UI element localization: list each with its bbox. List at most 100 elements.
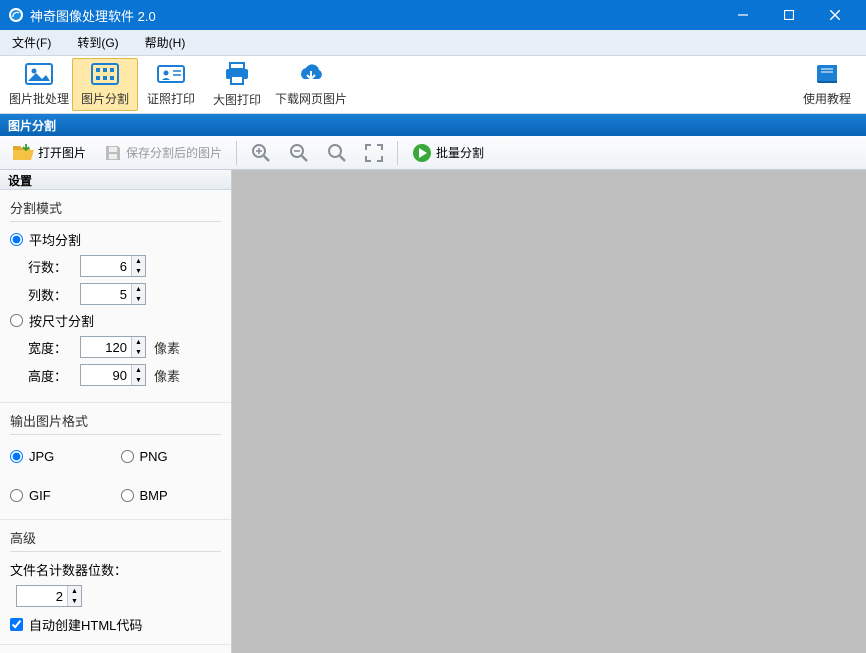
checkbox-auto-html[interactable] bbox=[10, 618, 23, 631]
cols-spinner[interactable]: ▲▼ bbox=[80, 283, 146, 305]
tool-batch-process[interactable]: 图片批处理 bbox=[6, 58, 72, 111]
app-icon bbox=[8, 7, 24, 23]
image-icon bbox=[25, 63, 53, 88]
counter-label: 文件名计数器位数： bbox=[10, 560, 221, 579]
cols-down[interactable]: ▼ bbox=[132, 294, 145, 304]
rows-input[interactable] bbox=[81, 256, 131, 276]
play-circle-icon bbox=[412, 143, 432, 163]
save-icon bbox=[104, 144, 122, 162]
width-up[interactable]: ▲ bbox=[132, 337, 145, 347]
menu-goto[interactable]: 转到(G) bbox=[71, 30, 124, 55]
main-toolbar: 图片批处理 图片分割 证照打印 大图打印 下载网页图片 使用教程 bbox=[0, 56, 866, 114]
split-mode-group: 分割模式 平均分割 行数： ▲▼ 列数： ▲▼ 按尺寸分割 宽度： ▲▼ 像素 bbox=[0, 190, 231, 403]
grid-icon bbox=[91, 63, 119, 88]
radio-png[interactable] bbox=[121, 450, 134, 463]
cols-up[interactable]: ▲ bbox=[132, 284, 145, 294]
height-down[interactable]: ▼ bbox=[132, 375, 145, 385]
counter-input[interactable] bbox=[17, 586, 67, 606]
tool-image-split[interactable]: 图片分割 bbox=[72, 58, 138, 111]
settings-sidebar: 设置 分割模式 平均分割 行数： ▲▼ 列数： ▲▼ 按尺寸分割 宽度： ▲▼ bbox=[0, 170, 232, 653]
cols-label: 列数： bbox=[28, 285, 72, 304]
secondary-toolbar: 打开图片 保存分割后的图片 批量分割 bbox=[0, 136, 866, 170]
tool-batch-label: 图片批处理 bbox=[9, 90, 69, 107]
tool-tutorial-label: 使用教程 bbox=[803, 90, 851, 107]
canvas-area bbox=[232, 170, 866, 653]
counter-down[interactable]: ▼ bbox=[68, 596, 81, 606]
height-input[interactable] bbox=[81, 365, 131, 385]
width-unit: 像素 bbox=[154, 338, 180, 357]
radio-jpg-label: JPG bbox=[29, 449, 54, 464]
fit-screen-button[interactable] bbox=[359, 141, 389, 165]
radio-by-size[interactable] bbox=[10, 314, 23, 327]
tool-tutorial[interactable]: 使用教程 bbox=[794, 58, 860, 111]
zoom-in-icon bbox=[251, 143, 271, 163]
zoom-out-icon bbox=[289, 143, 309, 163]
save-split-button: 保存分割后的图片 bbox=[98, 141, 228, 165]
split-mode-legend: 分割模式 bbox=[10, 198, 221, 222]
fullscreen-icon bbox=[365, 144, 383, 162]
width-down[interactable]: ▼ bbox=[132, 347, 145, 357]
section-header: 图片分割 bbox=[0, 114, 866, 136]
id-card-icon bbox=[157, 63, 185, 88]
workarea: 设置 分割模式 平均分割 行数： ▲▼ 列数： ▲▼ 按尺寸分割 宽度： ▲▼ bbox=[0, 170, 866, 653]
output-format-group: 输出图片格式 JPG PNG GIF BMP bbox=[0, 403, 231, 520]
zoom-in-button[interactable] bbox=[245, 140, 277, 166]
checkbox-auto-html-label: 自动创建HTML代码 bbox=[29, 615, 142, 634]
radio-by-size-label: 按尺寸分割 bbox=[29, 311, 94, 330]
counter-up[interactable]: ▲ bbox=[68, 586, 81, 596]
settings-title: 设置 bbox=[0, 170, 231, 190]
height-spinner[interactable]: ▲▼ bbox=[80, 364, 146, 386]
height-unit: 像素 bbox=[154, 366, 180, 385]
tool-bigprint-label: 大图打印 bbox=[213, 91, 261, 108]
radio-even-split[interactable] bbox=[10, 233, 23, 246]
menubar: 文件(F) 转到(G) 帮助(H) bbox=[0, 30, 866, 56]
width-input[interactable] bbox=[81, 337, 131, 357]
open-image-label: 打开图片 bbox=[38, 144, 86, 161]
folder-open-icon bbox=[12, 144, 34, 162]
advanced-group: 高级 文件名计数器位数： ▲▼ 自动创建HTML代码 bbox=[0, 520, 231, 645]
zoom-out-button[interactable] bbox=[283, 140, 315, 166]
cloud-download-icon bbox=[296, 63, 326, 88]
radio-gif-label: GIF bbox=[29, 488, 51, 503]
radio-even-label: 平均分割 bbox=[29, 230, 81, 249]
close-button[interactable] bbox=[812, 0, 858, 30]
tool-download-web[interactable]: 下载网页图片 bbox=[270, 58, 352, 111]
printer-icon bbox=[223, 62, 251, 89]
rows-up[interactable]: ▲ bbox=[132, 256, 145, 266]
book-icon bbox=[813, 63, 841, 88]
width-label: 宽度： bbox=[28, 338, 72, 357]
radio-gif[interactable] bbox=[10, 489, 23, 502]
width-spinner[interactable]: ▲▼ bbox=[80, 336, 146, 358]
rows-spinner[interactable]: ▲▼ bbox=[80, 255, 146, 277]
radio-png-label: PNG bbox=[140, 449, 168, 464]
radio-jpg[interactable] bbox=[10, 450, 23, 463]
zoom-actual-button[interactable] bbox=[321, 140, 353, 166]
radio-bmp[interactable] bbox=[121, 489, 134, 502]
menu-file[interactable]: 文件(F) bbox=[6, 30, 57, 55]
app-title: 神奇图像处理软件 2.0 bbox=[30, 6, 720, 25]
magnifier-icon bbox=[327, 143, 347, 163]
batch-split-label: 批量分割 bbox=[436, 144, 484, 161]
maximize-button[interactable] bbox=[766, 0, 812, 30]
divider bbox=[236, 141, 237, 165]
height-up[interactable]: ▲ bbox=[132, 365, 145, 375]
advanced-legend: 高级 bbox=[10, 528, 221, 552]
menu-help[interactable]: 帮助(H) bbox=[139, 30, 192, 55]
minimize-button[interactable] bbox=[720, 0, 766, 30]
rows-down[interactable]: ▼ bbox=[132, 266, 145, 276]
tool-big-print[interactable]: 大图打印 bbox=[204, 58, 270, 111]
tool-split-label: 图片分割 bbox=[81, 90, 129, 107]
titlebar: 神奇图像处理软件 2.0 bbox=[0, 0, 866, 30]
divider bbox=[397, 141, 398, 165]
tool-idprint-label: 证照打印 bbox=[147, 90, 195, 107]
rows-label: 行数： bbox=[28, 257, 72, 276]
tool-id-print[interactable]: 证照打印 bbox=[138, 58, 204, 111]
batch-split-button[interactable]: 批量分割 bbox=[406, 140, 490, 166]
height-label: 高度： bbox=[28, 366, 72, 385]
open-image-button[interactable]: 打开图片 bbox=[6, 141, 92, 165]
cols-input[interactable] bbox=[81, 284, 131, 304]
output-format-legend: 输出图片格式 bbox=[10, 411, 221, 435]
counter-spinner[interactable]: ▲▼ bbox=[16, 585, 82, 607]
tool-download-label: 下载网页图片 bbox=[275, 90, 347, 107]
save-split-label: 保存分割后的图片 bbox=[126, 144, 222, 161]
